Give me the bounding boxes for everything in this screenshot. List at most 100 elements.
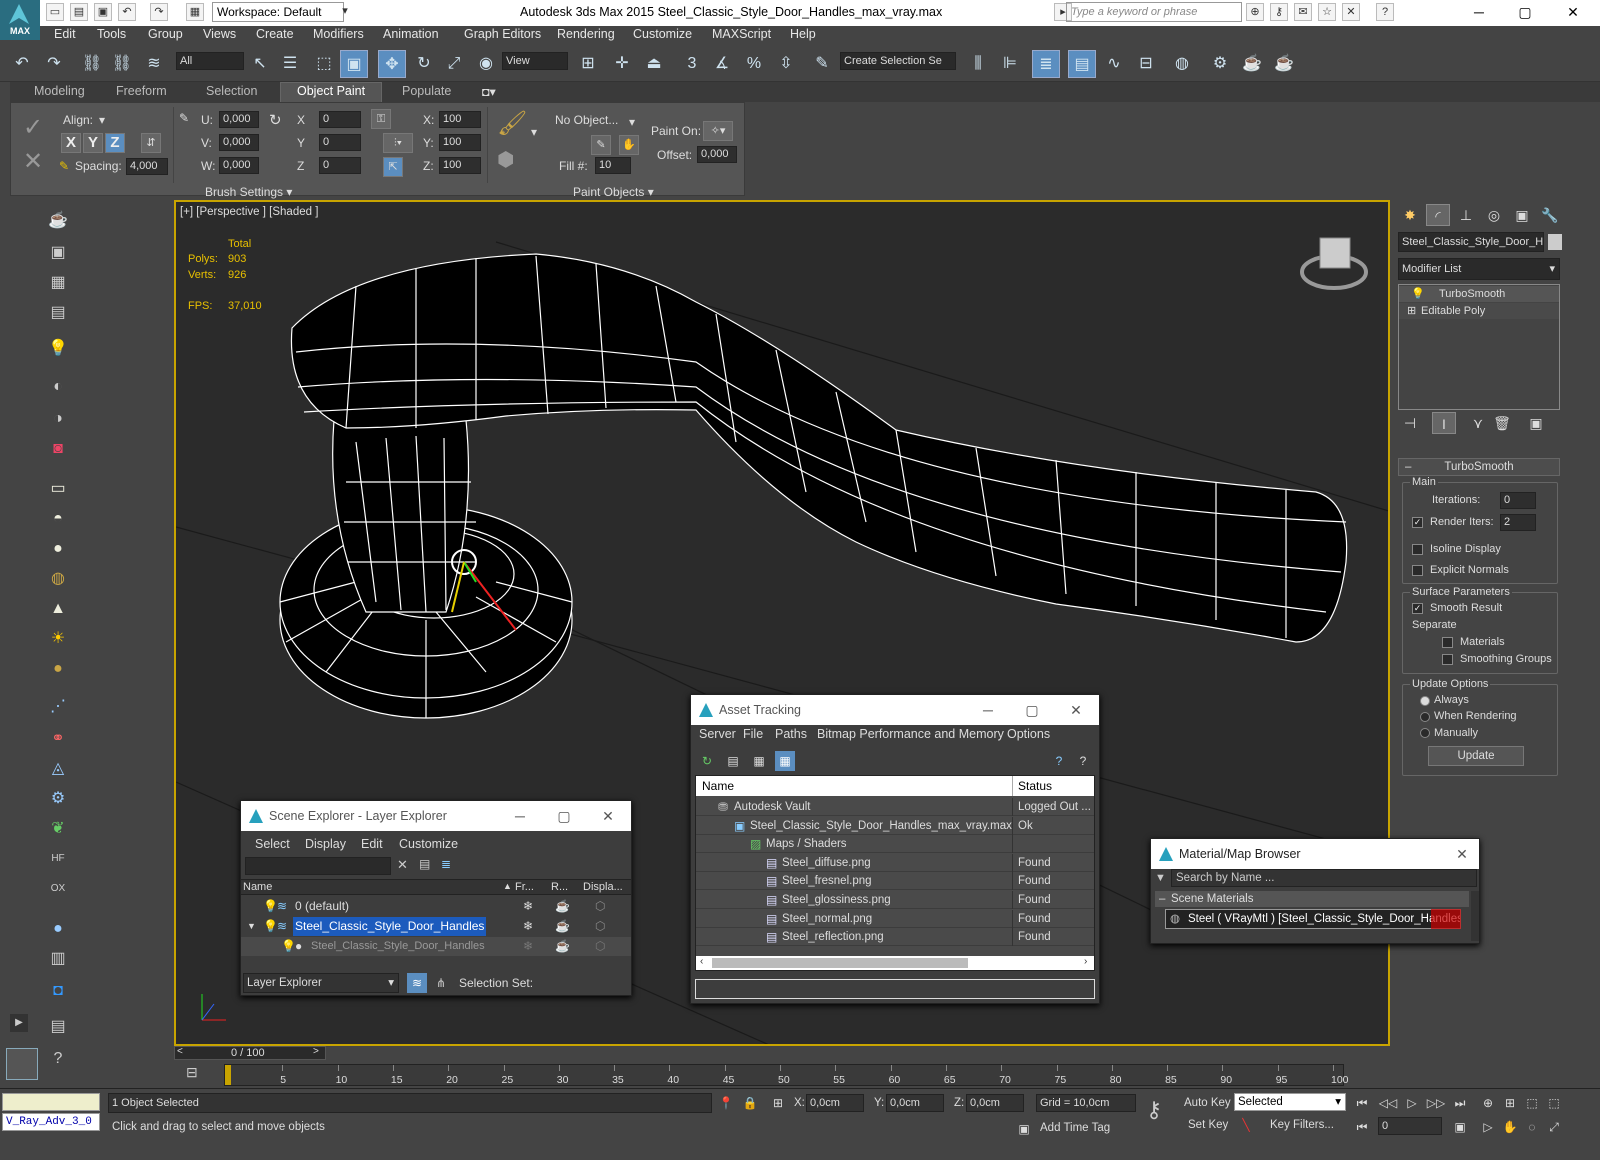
bulb-icon[interactable]: 💡 [281,937,296,956]
favorites-star-icon[interactable]: ☆ [1318,3,1336,21]
spacing-input[interactable]: 4,000 [126,158,168,175]
select-and-scale-icon[interactable]: ⤢ [440,50,468,78]
se-menu-display[interactable]: Display [305,837,346,851]
percent-snap-icon[interactable]: % [740,50,768,78]
key-filters-button[interactable]: Key Filters... [1270,1119,1334,1131]
tab-populate[interactable]: Populate [402,84,451,98]
freeze-icon[interactable]: ❄ [523,937,533,956]
horizontal-scrollbar[interactable]: ‹ › [696,956,1094,970]
vertical-scrollbar[interactable] [1471,891,1479,941]
close-icon[interactable]: ✕ [591,801,625,831]
table-row[interactable]: ▤ Steel_glossiness.png Found [696,891,1094,909]
select-and-place-icon[interactable]: ◉ [472,50,500,78]
col-display[interactable]: Displa... [583,881,623,893]
collapse-arrow-icon[interactable]: ▼ [247,917,256,936]
menu-graph-editors[interactable]: Graph Editors [464,27,541,41]
field-of-view-icon[interactable]: ▷ [1478,1117,1498,1137]
close-icon[interactable]: ✕ [1550,0,1596,24]
key-mode-icon[interactable]: ⏮ [1352,1117,1372,1137]
bind-space-warp-icon[interactable]: ≋ [140,50,168,78]
fill-input[interactable]: 10 [595,157,631,174]
no-object-dropdown[interactable]: No Object... [555,113,618,127]
minimize-icon[interactable]: ─ [1456,0,1502,24]
table-row[interactable]: ▤ Steel_diffuse.png Found [696,853,1094,872]
mirror-icon[interactable]: ⫼ [964,50,992,78]
explorer-type-dropdown[interactable]: Layer Explorer ▾ [243,973,399,993]
hair-fur-icon[interactable]: HF [44,846,72,872]
bulb-icon[interactable]: 💡 [263,897,278,916]
asset-path-field[interactable] [695,979,1095,999]
align-x-button[interactable]: X [61,133,81,153]
absolute-mode-icon[interactable]: ⊞ [768,1093,788,1113]
u-input[interactable]: 0,000 [219,111,259,128]
col-freeze[interactable]: Fr... [515,881,534,893]
menu-create[interactable]: Create [256,27,294,41]
previous-key-icon[interactable]: ◁◁ [1378,1093,1398,1113]
se-menu-customize[interactable]: Customize [399,837,458,851]
material-search-input[interactable]: Search by Name ... [1171,869,1477,887]
display-tab-icon[interactable]: ▣ [1510,204,1534,226]
menu-rendering[interactable]: Rendering [557,27,615,41]
scene-explorer-icon[interactable]: ▤ [1068,50,1096,78]
workspace-dropdown-arrow-icon[interactable]: ▾ [336,3,354,21]
render-iters-input[interactable]: 2 [1500,514,1536,531]
render-teapot-icon[interactable]: ☕ [555,917,570,936]
tab-selection[interactable]: Selection [206,84,257,98]
show-end-result-icon[interactable]: I [1432,412,1456,434]
object-color-swatch[interactable] [1548,234,1562,250]
calculator-icon[interactable]: ▦ [44,270,72,296]
pin-stack-icon[interactable]: ⊣ [1398,412,1422,434]
save-icon[interactable]: ▣ [94,3,112,21]
menu-animation[interactable]: Animation [383,27,439,41]
open-icon[interactable]: ▤ [70,3,88,21]
help-circle-icon[interactable]: ? [44,1046,72,1072]
current-frame-input[interactable]: 0 [1378,1117,1442,1135]
at-menu-server[interactable]: Server [699,727,736,741]
render-teapot-icon[interactable]: ☕ [555,897,570,916]
pick-icon[interactable]: ✋ [619,135,639,155]
table-row[interactable]: ▣ Steel_Classic_Style_Door_Handles_max_vr… [696,816,1094,835]
auto-key-button[interactable]: Auto Key [1184,1097,1231,1109]
key-set-dropdown[interactable]: Selected ▾ [1234,1093,1346,1111]
turbosmooth-rollout-header[interactable]: – TurboSmooth [1398,458,1560,476]
time-config-icon[interactable]: ▣ [1450,1117,1470,1137]
cone-icon[interactable]: ▲ [44,596,72,622]
stack-item-turbosmooth[interactable]: 💡 TurboSmooth [1399,286,1559,302]
close-icon[interactable]: ✕ [1059,695,1093,725]
modifier-list-dropdown[interactable]: Modifier List ▾ [1398,258,1560,280]
pick-objects-icon[interactable]: ✎ [591,135,611,155]
bulb-icon[interactable]: 💡 [1411,286,1425,302]
curve-editor-icon[interactable]: ∿ [1100,50,1128,78]
select-by-name-icon[interactable]: ☰ [276,50,304,78]
key-icon[interactable]: ⚷ [1270,3,1288,21]
orbit-icon[interactable]: ◌ [1522,1117,1542,1137]
context-help-icon[interactable]: ? [1073,751,1093,771]
maxscript-listener-input[interactable]: V_Ray_Adv_3_0 [2,1113,100,1131]
tab-object-paint[interactable]: Object Paint [280,82,383,102]
no-object-arrow-icon[interactable]: ▾ [629,115,635,129]
timeline-cursor[interactable] [225,1065,231,1085]
angle-snap-icon[interactable]: ∡ [708,50,736,78]
x-coord-input[interactable]: 0,0cm [806,1094,864,1112]
maximize-icon[interactable]: ▢ [547,801,581,831]
smoothing-groups-checkbox[interactable] [1442,654,1453,665]
rotate-x-input[interactable]: 0 [319,111,361,128]
curve-editor-mini-icon[interactable]: ⊟ [186,1064,210,1086]
modifier-stack[interactable]: 💡 TurboSmooth ⊞ Editable Poly [1398,284,1560,410]
select-manipulate-icon[interactable]: ✛ [608,50,636,78]
expand-arrow-icon[interactable]: ▶ [10,1014,28,1032]
geosphere-icon[interactable]: ◍ [44,566,72,592]
table-row[interactable]: ▤ Steel_fresnel.png Found [696,872,1094,891]
browser-options-icon[interactable]: ▼ [1155,872,1166,884]
create-tab-icon[interactable]: ✸ [1398,204,1422,226]
selection-filter-dropdown[interactable]: All [176,52,244,70]
keyboard-shortcut-override-icon[interactable]: ⏏ [640,50,668,78]
rotate-z-input[interactable]: 0 [319,157,361,174]
paint-dropdown-icon[interactable]: ▾ [531,125,537,139]
layer-explorer-icon[interactable]: ≣ [1032,50,1060,78]
time-tag-icon[interactable]: ▣ [1014,1119,1034,1139]
help-search-input[interactable]: Type a keyword or phrase [1066,2,1242,22]
align-dropdown-icon[interactable]: ▾ [99,113,105,127]
redo-icon[interactable]: ↷ [40,50,68,78]
offset-input[interactable]: 0,000 [697,146,737,163]
